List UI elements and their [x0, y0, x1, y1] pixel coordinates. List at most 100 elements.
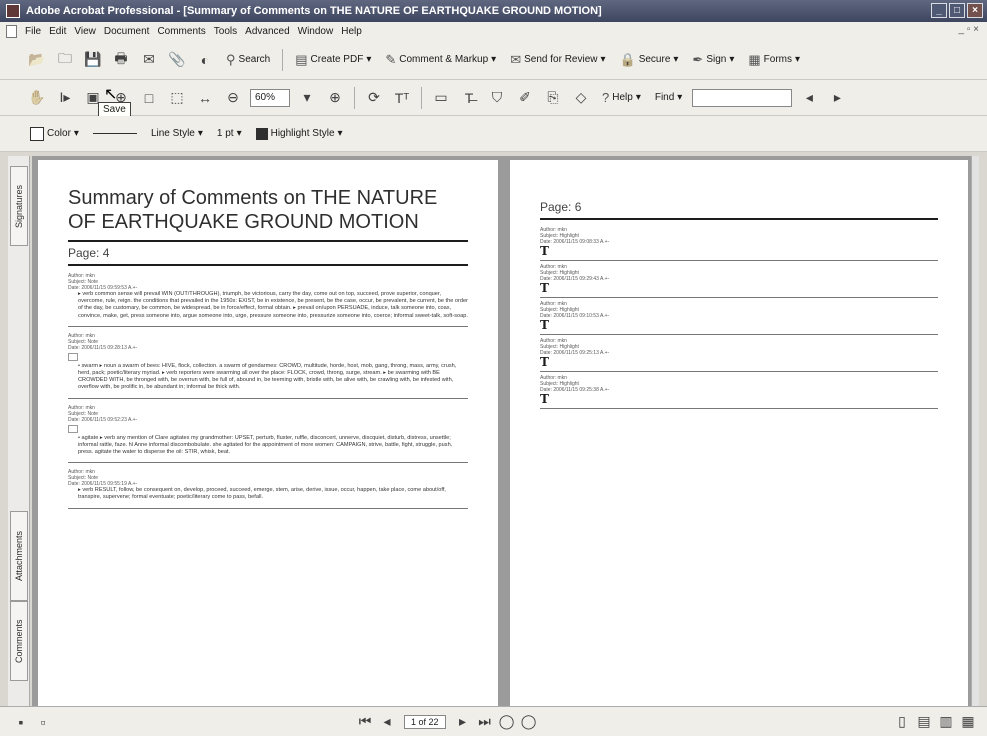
page-number-field[interactable]: 1 of 22: [404, 714, 446, 729]
comment-entry[interactable]: Author: mkn Subject: Note Date: 2006/11/…: [68, 402, 468, 464]
highlighter-icon[interactable]: ✐: [514, 87, 536, 109]
next-view-icon[interactable]: ◯: [518, 711, 540, 733]
find-previous-icon[interactable]: ◂: [798, 87, 820, 109]
last-page-icon[interactable]: ⏭: [474, 711, 496, 733]
comment-date: Date: 2006/11/15 09:52:23 A.+-: [68, 416, 138, 423]
highlight-entry[interactable]: Author: mkn Subject: Highlight Date: 200…: [540, 224, 938, 261]
menu-view[interactable]: View: [74, 26, 96, 37]
highlight-entry[interactable]: Author: mkn Subject: Highlight Date: 200…: [540, 261, 938, 298]
create-icon[interactable]: 🗀: [54, 49, 76, 71]
forms-button[interactable]: ▦ Forms ▾: [744, 50, 804, 70]
zoom-field[interactable]: 60%: [250, 88, 290, 107]
attach-file-icon[interactable]: ⎘: [542, 87, 564, 109]
lock-icon: 🔒: [619, 51, 636, 67]
color-swatch-icon: [30, 126, 44, 141]
previous-view-icon[interactable]: ◯: [496, 711, 518, 733]
search-button[interactable]: ⚲ Search: [222, 50, 274, 70]
open-icon[interactable]: 📂: [26, 49, 48, 71]
email-icon[interactable]: ✉: [138, 49, 160, 71]
comment-markup-button[interactable]: ✎ Comment & Markup ▾: [381, 50, 500, 70]
tab-attachments[interactable]: Attachments: [10, 511, 28, 601]
document-icon: [6, 24, 17, 38]
fit-width-icon[interactable]: ↔: [194, 87, 216, 109]
select-text-icon[interactable]: I▸: [54, 87, 76, 109]
find-next-icon[interactable]: ▸: [826, 87, 848, 109]
toolbar-separator: [421, 86, 422, 109]
highlight-entry[interactable]: Author: mkn Subject: Highlight Date: 200…: [540, 372, 938, 409]
note-icon: [68, 352, 78, 361]
summary-page-left: Summary of Comments on THE NATURE OF EAR…: [38, 160, 498, 706]
text-edit-icon[interactable]: T̶: [458, 87, 480, 109]
note-icon: [68, 424, 78, 433]
close-button[interactable]: ×: [967, 3, 983, 18]
comment-entry[interactable]: Author: mkn Subject: Note Date: 2006/11/…: [68, 466, 468, 509]
menu-help[interactable]: Help: [341, 26, 362, 37]
fit-page-icon[interactable]: ⬚: [166, 87, 188, 109]
highlight-style-button[interactable]: Highlight Style ▾: [252, 126, 347, 142]
binoculars-icon: ⚲: [226, 51, 236, 67]
document-view[interactable]: Summary of Comments on THE NATURE OF EAR…: [32, 156, 979, 706]
send-for-review-button[interactable]: ✉ Send for Review ▾: [506, 50, 609, 70]
attach-icon[interactable]: 📎: [166, 49, 188, 71]
tab-comments[interactable]: Comments: [10, 601, 28, 681]
menu-document[interactable]: Document: [104, 26, 150, 37]
page-label: Page: 6: [540, 200, 582, 214]
secure-button[interactable]: 🔒 Secure ▾: [616, 50, 683, 70]
shapes-icon[interactable]: ◇: [570, 87, 592, 109]
highlight-text-icon: T: [540, 392, 549, 406]
review-icon[interactable]: ◐: [194, 49, 216, 71]
note-tool-icon[interactable]: ▭: [430, 87, 452, 109]
zoom-in-icon[interactable]: ⊕: [324, 87, 346, 109]
minimize-button[interactable]: _: [931, 3, 947, 18]
highlight-entry[interactable]: Author: mkn Subject: Highlight Date: 200…: [540, 335, 938, 372]
menu-comments[interactable]: Comments: [157, 26, 205, 37]
rotate-icon[interactable]: ⟳: [363, 87, 385, 109]
mdi-controls[interactable]: _ ▫ ×: [958, 24, 979, 35]
continuous-facing-icon[interactable]: ▦: [957, 711, 979, 733]
next-page-icon[interactable]: ▸: [452, 711, 474, 733]
single-page-icon[interactable]: ▯: [891, 711, 913, 733]
summary-page-right: Page: 6 Author: mkn Subject: Highlight D…: [510, 160, 968, 706]
menu-file[interactable]: File: [25, 26, 41, 37]
facing-icon[interactable]: ▥: [935, 711, 957, 733]
line-style-button[interactable]: Line Style ▾: [147, 126, 207, 141]
help-button[interactable]: ? Help ▾: [598, 88, 645, 107]
tab-signatures[interactable]: Signatures: [10, 166, 28, 246]
menu-tools[interactable]: Tools: [214, 26, 237, 37]
page-size-icon[interactable]: ▫: [32, 711, 54, 733]
save-tooltip: Save: [98, 102, 131, 117]
line-width-button[interactable]: 1 pt ▾: [213, 126, 246, 141]
comment-text: • agitate ▸ verb any mention of Clare ag…: [78, 434, 453, 456]
stamp-icon[interactable]: ⛉: [486, 87, 508, 109]
create-pdf-button[interactable]: ▤ Create PDF ▾: [291, 50, 375, 70]
page-thumbnail-icon[interactable]: ▪: [10, 711, 32, 733]
zoom-dropdown-icon[interactable]: ▾: [296, 87, 318, 109]
navigation-panel: Signatures Attachments Comments: [8, 156, 30, 706]
title-bar: Adobe Acrobat Professional - [Summary of…: [0, 0, 987, 22]
comment-entry[interactable]: Author: mkn Subject: Note Date: 2006/11/…: [68, 270, 468, 327]
save-icon[interactable]: 💾: [82, 49, 104, 71]
highlight-entry[interactable]: Author: mkn Subject: Highlight Date: 200…: [540, 298, 938, 335]
page-rule: [540, 218, 938, 220]
first-page-icon[interactable]: ⏮: [354, 711, 376, 733]
page-icon[interactable]: □: [138, 87, 160, 109]
sign-button[interactable]: ✒ Sign ▾: [688, 50, 738, 70]
vertical-scrollbar[interactable]: [971, 156, 979, 706]
menu-edit[interactable]: Edit: [49, 26, 66, 37]
menu-window[interactable]: Window: [298, 26, 334, 37]
file-toolbar: 📂 🗀 💾 🖶 ✉ 📎 ◐ ⚲ Search ▤ Create PDF ▾ ✎ Com…: [0, 40, 987, 80]
previous-page-icon[interactable]: ◂: [376, 711, 398, 733]
zoom-out-icon[interactable]: ⊖: [222, 87, 244, 109]
print-icon[interactable]: 🖶: [110, 49, 132, 71]
page-rule: [68, 264, 468, 266]
continuous-icon[interactable]: ▤: [913, 711, 935, 733]
maximize-button[interactable]: □: [949, 3, 965, 18]
hand-tool-icon[interactable]: ✋: [26, 87, 48, 109]
find-label: Find ▾: [654, 92, 683, 103]
find-input[interactable]: [692, 88, 793, 107]
menu-advanced[interactable]: Advanced: [245, 26, 289, 37]
properties-toolbar: Color ▾ Line Style ▾ 1 pt ▾ Highlight St…: [0, 116, 987, 152]
color-button[interactable]: Color ▾: [26, 125, 83, 143]
comment-entry[interactable]: Author: mkn Subject: Note Date: 2006/11/…: [68, 330, 468, 399]
typewriter-icon[interactable]: Tᵀ: [391, 87, 413, 109]
